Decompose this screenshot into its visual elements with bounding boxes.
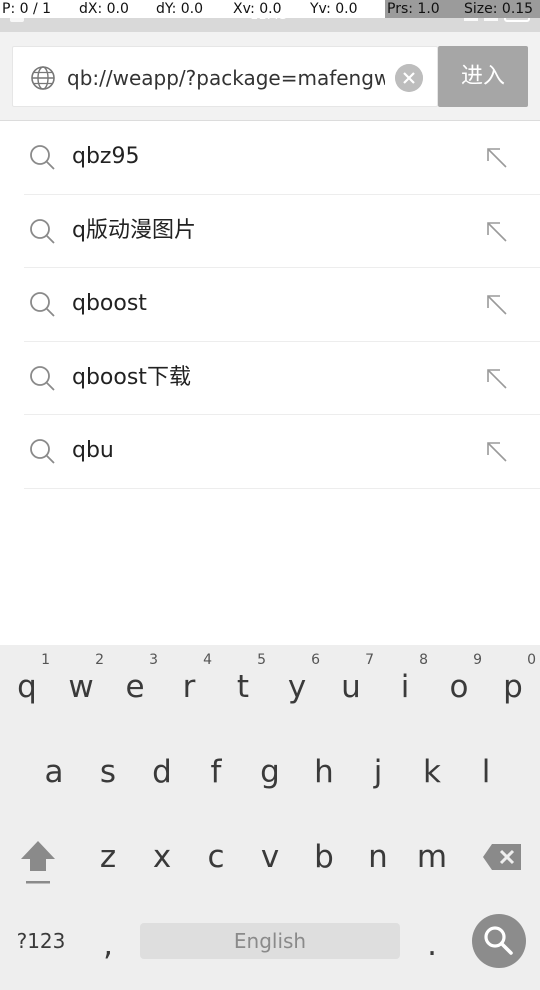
debug-size: Size: 0.15 (462, 0, 540, 18)
key-w[interactable]: w2 (54, 645, 108, 729)
clear-icon[interactable] (395, 64, 423, 92)
arrow-up-left-icon[interactable] (484, 145, 510, 171)
debug-dx: dX: 0.0 (79, 1, 129, 17)
search-icon (30, 439, 55, 465)
key-label: t (236, 669, 250, 705)
key-hint: 7 (365, 652, 374, 668)
key-l[interactable]: l (459, 730, 513, 814)
key-h[interactable]: h (297, 730, 351, 814)
key-hint: 8 (419, 652, 428, 668)
key-g[interactable]: g (243, 730, 297, 814)
key-label: o (449, 669, 469, 705)
key-label: u (341, 669, 361, 705)
key-hint: 9 (473, 652, 482, 668)
search-key[interactable] (472, 914, 526, 968)
key-hint: 3 (149, 652, 158, 668)
backspace-icon (483, 844, 521, 870)
key-b[interactable]: b (297, 815, 351, 899)
debug-xv: Xv: 0.0 (233, 1, 282, 17)
key-hint: 4 (203, 652, 212, 668)
suggestion-item[interactable]: qbu (24, 415, 540, 489)
space-key[interactable]: English (140, 923, 400, 959)
suggestion-text: qbu (72, 438, 114, 464)
suggestion-list: qbz95 q版动漫图片 qboost qboost下载 qbu (0, 121, 540, 489)
key-a[interactable]: a (27, 730, 81, 814)
url-input-field[interactable]: qb://weapp/?package=mafengwo (12, 46, 438, 107)
key-hint: 0 (527, 652, 536, 668)
key-s[interactable]: s (81, 730, 135, 814)
symbols-key[interactable]: ?123 (6, 899, 76, 983)
search-icon (30, 145, 55, 170)
key-j[interactable]: j (351, 730, 405, 814)
key-k[interactable]: k (405, 730, 459, 814)
search-icon (30, 218, 55, 244)
key-t[interactable]: t5 (216, 645, 270, 729)
debug-pointer: P: 0 / 1 (2, 1, 52, 17)
key-label: y (287, 669, 307, 705)
key-hint: 1 (41, 652, 50, 668)
key-q[interactable]: q1 (0, 645, 54, 729)
keyboard-row-2: a s d f g h j k l (0, 730, 540, 814)
key-label: r (182, 669, 196, 705)
key-label: i (400, 669, 410, 705)
url-bar: qb://weapp/?package=mafengwo 进入 (0, 32, 540, 121)
search-icon (30, 365, 55, 391)
globe-icon (31, 66, 55, 90)
key-hint: 5 (257, 652, 266, 668)
suggestion-text: qbz95 (72, 144, 140, 169)
comma-key[interactable]: , (80, 903, 136, 987)
debug-pressure: Prs: 1.0 (385, 0, 462, 18)
key-i[interactable]: i8 (378, 645, 432, 729)
suggestion-item[interactable]: qbz95 (24, 121, 540, 195)
suggestion-text: qboost (72, 291, 147, 317)
key-r[interactable]: r4 (162, 645, 216, 729)
key-p[interactable]: p0 (486, 645, 540, 729)
arrow-up-left-icon[interactable] (484, 366, 510, 392)
key-label: e (125, 669, 145, 705)
suggestion-item[interactable]: q版动漫图片 (24, 195, 540, 269)
key-n[interactable]: n (351, 815, 405, 899)
suggestion-text: q版动漫图片 (72, 217, 196, 243)
suggestion-item[interactable]: qboost下载 (24, 342, 540, 416)
backspace-key[interactable] (474, 815, 530, 899)
go-button[interactable]: 进入 (438, 46, 528, 107)
key-z[interactable]: z (81, 815, 135, 899)
keyboard-row-1: q1 w2 e3 r4 t5 y6 u7 i8 o9 p0 (0, 645, 540, 729)
key-x[interactable]: x (135, 815, 189, 899)
key-y[interactable]: y6 (270, 645, 324, 729)
key-label: q (17, 669, 37, 705)
arrow-up-left-icon[interactable] (484, 439, 510, 465)
key-hint: 6 (311, 652, 320, 668)
debug-dy: dY: 0.0 (156, 1, 204, 17)
url-input[interactable]: qb://weapp/?package=mafengwo (67, 65, 385, 91)
key-m[interactable]: m (405, 815, 459, 899)
key-hint: 2 (95, 652, 104, 668)
key-u[interactable]: u7 (324, 645, 378, 729)
key-v[interactable]: v (243, 815, 297, 899)
key-o[interactable]: o9 (432, 645, 486, 729)
key-label: p (503, 669, 523, 705)
shift-key[interactable] (10, 815, 66, 899)
pointer-debug-overlay: P: 0 / 1 dX: 0.0 dY: 0.0 Xv: 0.0 Yv: 0.0… (0, 0, 540, 18)
key-d[interactable]: d (135, 730, 189, 814)
search-icon (30, 292, 55, 317)
arrow-up-left-icon[interactable] (484, 292, 510, 318)
soft-keyboard: q1 w2 e3 r4 t5 y6 u7 i8 o9 p0 a s d f g … (0, 645, 540, 990)
period-key[interactable]: . (404, 903, 460, 987)
search-icon (484, 926, 513, 955)
shift-icon (21, 841, 55, 884)
suggestion-text: qboost下载 (72, 364, 191, 390)
suggestion-item[interactable]: qboost (24, 268, 540, 342)
key-label: w (68, 669, 94, 705)
keyboard-row-3: z x c v b n m (0, 815, 540, 899)
arrow-up-left-icon[interactable] (484, 219, 510, 245)
key-c[interactable]: c (189, 815, 243, 899)
key-e[interactable]: e3 (108, 645, 162, 729)
debug-yv: Yv: 0.0 (310, 1, 358, 17)
key-f[interactable]: f (189, 730, 243, 814)
